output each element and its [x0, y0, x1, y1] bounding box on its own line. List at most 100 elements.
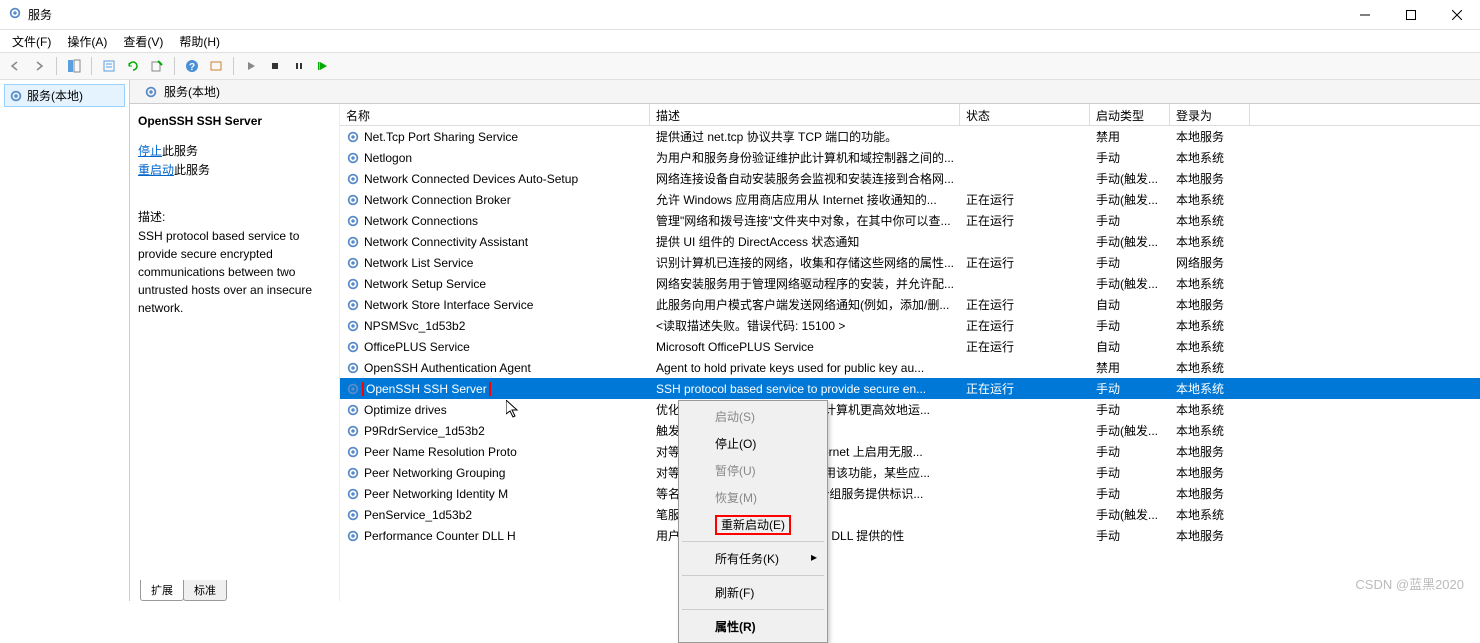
service-name-cell: Network Connection Broker — [364, 193, 511, 207]
start-service-button[interactable] — [240, 55, 262, 77]
gear-icon — [346, 172, 360, 186]
context-start: 启动(S) — [681, 403, 825, 430]
context-restart[interactable]: 重新启动(E) — [681, 511, 825, 538]
sidebar-item-services-local[interactable]: 服务(本地) — [4, 84, 125, 107]
stop-link[interactable]: 停止 — [138, 144, 162, 158]
tab-standard[interactable]: 标准 — [183, 580, 227, 601]
service-logon-cell: 本地服务 — [1170, 296, 1250, 313]
service-name-cell: Network List Service — [364, 256, 473, 270]
service-logon-cell: 本地服务 — [1170, 170, 1250, 187]
table-row[interactable]: Performance Counter DLL H用户和 64 位进程能够查询 … — [340, 525, 1480, 546]
service-desc-cell: SSH protocol based service to provide se… — [650, 382, 960, 396]
service-name-cell: OpenSSH SSH Server — [364, 382, 491, 396]
gear-icon — [346, 529, 360, 543]
toolbar-icon[interactable] — [205, 55, 227, 77]
service-name-cell: Optimize drives — [364, 403, 447, 417]
table-row[interactable]: Network Store Interface Service此服务向用户模式客… — [340, 294, 1480, 315]
service-startup-cell: 自动 — [1090, 338, 1170, 355]
selected-service-name: OpenSSH SSH Server — [138, 114, 331, 128]
service-logon-cell: 本地系统 — [1170, 212, 1250, 229]
forward-button[interactable] — [28, 55, 50, 77]
menu-view[interactable]: 查看(V) — [123, 33, 163, 50]
menu-action[interactable]: 操作(A) — [67, 33, 107, 50]
column-status[interactable]: 状态 — [960, 104, 1090, 125]
menu-file[interactable]: 文件(F) — [12, 33, 51, 50]
refresh-button[interactable] — [122, 55, 144, 77]
context-pause: 暂停(U) — [681, 457, 825, 484]
column-logon-as[interactable]: 登录为 — [1170, 104, 1250, 125]
service-name-cell: Network Store Interface Service — [364, 298, 533, 312]
table-row[interactable]: Peer Name Resolution Proto对等名称解析协议(PNRP)… — [340, 441, 1480, 462]
service-startup-cell: 手动 — [1090, 401, 1170, 418]
table-row[interactable]: OpenSSH SSH Server SSH protocol based ser… — [340, 378, 1480, 399]
context-all-tasks[interactable]: 所有任务(K)▸ — [681, 545, 825, 572]
gear-icon — [346, 277, 360, 291]
service-name-cell: Net.Tcp Port Sharing Service — [364, 130, 518, 144]
table-row[interactable]: Netlogon为用户和服务身份验证维护此计算机和域控制器之间的...手动本地系… — [340, 147, 1480, 168]
view-tabs: 扩展 标准 — [140, 580, 226, 601]
table-row[interactable]: OfficePLUS ServiceMicrosoft OfficePLUS S… — [340, 336, 1480, 357]
table-row[interactable]: PenService_1d53b2笔服务手动(触发...本地系统 — [340, 504, 1480, 525]
service-name-cell: Network Connections — [364, 214, 478, 228]
table-row[interactable]: Peer Networking Grouping对等分组启用多方通信。如果禁用该… — [340, 462, 1480, 483]
back-button[interactable] — [4, 55, 26, 77]
service-startup-cell: 手动(触发... — [1090, 170, 1170, 187]
service-logon-cell: 本地系统 — [1170, 380, 1250, 397]
service-logon-cell: 本地系统 — [1170, 422, 1250, 439]
show-hide-tree-button[interactable] — [63, 55, 85, 77]
context-stop[interactable]: 停止(O) — [681, 430, 825, 457]
table-row[interactable]: Network Connected Devices Auto-Setup网络连接… — [340, 168, 1480, 189]
service-startup-cell: 手动 — [1090, 485, 1170, 502]
sidebar: 服务(本地) — [0, 80, 130, 601]
menu-help[interactable]: 帮助(H) — [179, 33, 220, 50]
minimize-button[interactable] — [1342, 0, 1388, 30]
context-refresh[interactable]: 刷新(F) — [681, 579, 825, 606]
column-description[interactable]: 描述 — [650, 104, 960, 125]
table-row[interactable]: Network Setup Service网络安装服务用于管理网络驱动程序的安装… — [340, 273, 1480, 294]
service-desc-cell: 网络安装服务用于管理网络驱动程序的安装，并允许配... — [650, 275, 960, 292]
service-status-cell: 正在运行 — [960, 296, 1090, 313]
table-row[interactable]: Net.Tcp Port Sharing Service提供通过 net.tcp… — [340, 126, 1480, 147]
service-logon-cell: 本地系统 — [1170, 506, 1250, 523]
table-row[interactable]: Network List Service识别计算机已连接的网络，收集和存储这些网… — [340, 252, 1480, 273]
service-name-cell: Netlogon — [364, 151, 412, 165]
service-desc-cell: 网络连接设备自动安装服务会监视和安装连接到合格网... — [650, 170, 960, 187]
properties-button[interactable] — [98, 55, 120, 77]
gear-icon — [346, 340, 360, 354]
window-title: 服务 — [28, 6, 52, 23]
context-properties[interactable]: 属性(R) — [681, 613, 825, 640]
service-name-cell: NPSMSvc_1d53b2 — [364, 319, 465, 333]
service-status-cell: 正在运行 — [960, 317, 1090, 334]
export-button[interactable] — [146, 55, 168, 77]
table-row[interactable]: Peer Networking Identity M等名称解析协议(PNRP)和… — [340, 483, 1480, 504]
gear-icon — [346, 151, 360, 165]
help-button[interactable]: ? — [181, 55, 203, 77]
table-row[interactable]: NPSMSvc_1d53b2<读取描述失败。错误代码: 15100 >正在运行手… — [340, 315, 1480, 336]
maximize-button[interactable] — [1388, 0, 1434, 30]
service-startup-cell: 禁用 — [1090, 359, 1170, 376]
service-desc-cell: 提供 UI 组件的 DirectAccess 状态通知 — [650, 233, 960, 250]
table-row[interactable]: P9RdrService_1d53b2触发启动计划 9 文件服务器。手动(触发.… — [340, 420, 1480, 441]
service-table: 名称 描述 状态 启动类型 登录为 Net.Tcp Port Sharing S… — [340, 104, 1480, 601]
table-row[interactable]: Network Connectivity Assistant提供 UI 组件的 … — [340, 231, 1480, 252]
restart-service-button[interactable] — [312, 55, 334, 77]
table-row[interactable]: Network Connection Broker 允许 Windows 应用商店… — [340, 189, 1480, 210]
service-logon-cell: 本地系统 — [1170, 233, 1250, 250]
restart-link[interactable]: 重启动 — [138, 163, 174, 177]
service-name-cell: OfficePLUS Service — [364, 340, 470, 354]
cursor-icon — [506, 400, 522, 420]
column-name[interactable]: 名称 — [340, 104, 650, 125]
toolbar: ? — [0, 52, 1480, 80]
app-icon — [8, 6, 22, 23]
service-startup-cell: 手动 — [1090, 317, 1170, 334]
pause-service-button[interactable] — [288, 55, 310, 77]
tab-extended[interactable]: 扩展 — [140, 580, 184, 601]
table-row[interactable]: Network Connections管理"网络和拨号连接"文件夹中对象，在其中… — [340, 210, 1480, 231]
service-startup-cell: 手动 — [1090, 254, 1170, 271]
gear-icon — [346, 382, 360, 396]
close-button[interactable] — [1434, 0, 1480, 30]
column-startup-type[interactable]: 启动类型 — [1090, 104, 1170, 125]
stop-service-button[interactable] — [264, 55, 286, 77]
service-desc-cell: 允许 Windows 应用商店应用从 Internet 接收通知的... — [650, 191, 960, 208]
table-row[interactable]: OpenSSH Authentication AgentAgent to hol… — [340, 357, 1480, 378]
